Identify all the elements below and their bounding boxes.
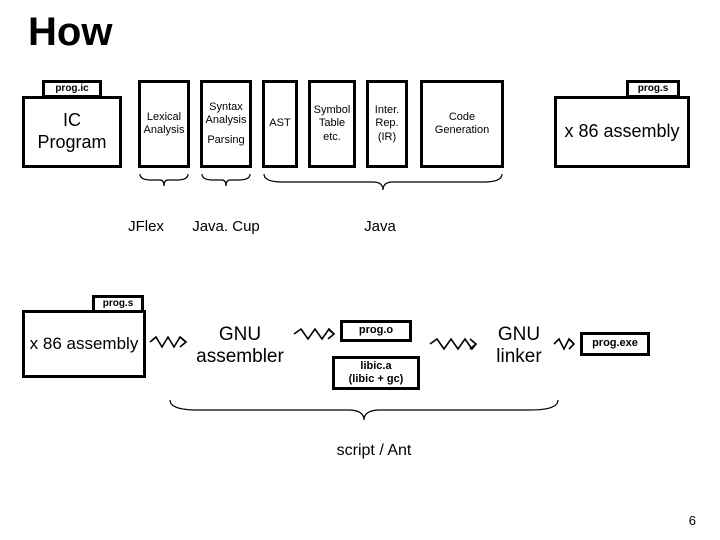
- box-inter-rep: Inter. Rep. (IR): [366, 80, 408, 168]
- box-x86-bottom: x 86 assembly: [22, 310, 146, 378]
- arrow-asm-to-gnuasm: [148, 334, 188, 350]
- x86-top-label: x 86 assembly: [564, 121, 679, 143]
- label-gnu-linker: GNU linker: [484, 324, 554, 368]
- page-title: How: [28, 10, 112, 55]
- box-code-generation: Code Generation: [420, 80, 504, 168]
- brace-script-ant: [168, 398, 560, 422]
- box-syntax-analysis: Syntax Analysis Parsing: [200, 80, 252, 168]
- box-libic: libic.a (libic + gc): [332, 356, 420, 390]
- box-lexical-analysis: Lexical Analysis: [138, 80, 190, 168]
- syntax-label: Syntax Analysis: [206, 101, 247, 127]
- label-jflex: JFlex: [120, 218, 172, 235]
- label-java: Java: [340, 218, 420, 235]
- brace-jflex: [138, 172, 190, 188]
- box-prog-exe: prog.exe: [580, 332, 650, 356]
- slide-number: 6: [689, 513, 696, 528]
- brace-java: [262, 172, 504, 192]
- box-symbol-table: Symbol Table etc.: [308, 80, 356, 168]
- brace-javacup: [200, 172, 252, 188]
- label-javacup: Java. Cup: [176, 218, 276, 235]
- box-x86-top: x 86 assembly: [554, 96, 690, 168]
- box-ic-program: IC Program: [22, 96, 122, 168]
- label-script-ant: script / Ant: [324, 442, 424, 460]
- label-gnu-assembler: GNU assembler: [190, 324, 290, 368]
- parsing-label: Parsing: [206, 134, 247, 147]
- box-prog-o: prog.o: [340, 320, 412, 342]
- arrow-linker-to-exe: [552, 336, 578, 352]
- box-ast: AST: [262, 80, 298, 168]
- arrow-gnuasm-to-progo: [292, 326, 336, 342]
- arrow-libs-to-linker: [428, 336, 478, 352]
